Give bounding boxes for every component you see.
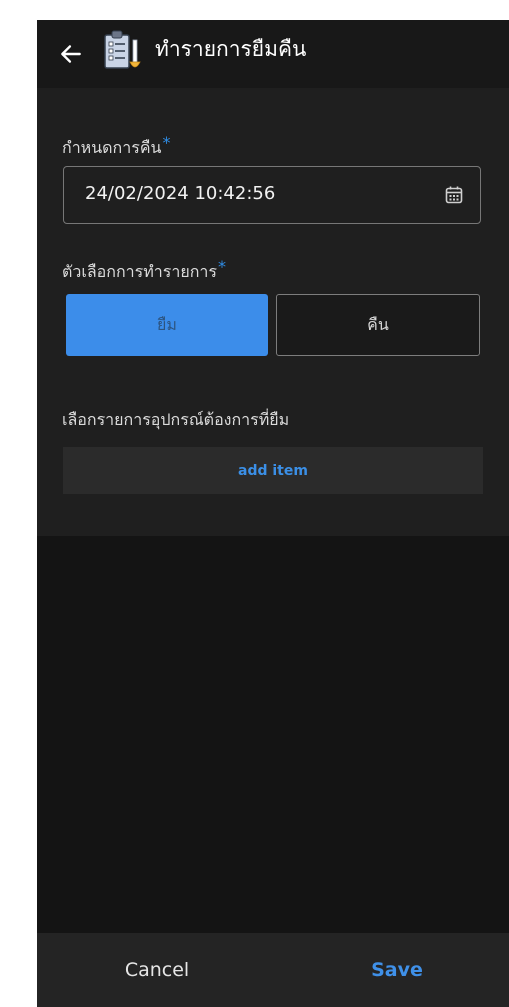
borrow-option-button[interactable]: ยืม bbox=[66, 294, 268, 356]
page-title: ทำรายการยืมคืน bbox=[155, 37, 307, 61]
arrow-left-icon bbox=[61, 45, 81, 63]
transaction-type-label: ตัวเลือกการทำรายการ* bbox=[62, 257, 226, 281]
add-item-button[interactable]: add item bbox=[63, 447, 483, 494]
back-button[interactable] bbox=[51, 34, 91, 74]
app-header: ทำรายการยืมคืน bbox=[37, 20, 509, 88]
required-mark: * bbox=[217, 257, 226, 276]
equipment-label: เลือกรายการอุปกรณ์ต้องการที่ยืม bbox=[62, 410, 290, 429]
save-button[interactable]: Save bbox=[297, 933, 497, 1007]
cancel-button[interactable]: Cancel bbox=[57, 933, 257, 1007]
return-option-button[interactable]: คืน bbox=[276, 294, 480, 356]
calendar-icon[interactable] bbox=[444, 185, 464, 205]
app-screen: ทำรายการยืมคืน กำหนดการคืน* 24/02/2024 1… bbox=[37, 20, 509, 1007]
return-date-label: กำหนดการคืน* bbox=[62, 133, 171, 157]
action-bar: Cancel Save bbox=[37, 933, 509, 1007]
return-date-field[interactable]: 24/02/2024 10:42:56 bbox=[63, 166, 481, 224]
return-date-value[interactable]: 24/02/2024 10:42:56 bbox=[85, 183, 275, 204]
required-mark: * bbox=[162, 133, 171, 152]
clipboard-checklist-icon bbox=[104, 30, 141, 69]
